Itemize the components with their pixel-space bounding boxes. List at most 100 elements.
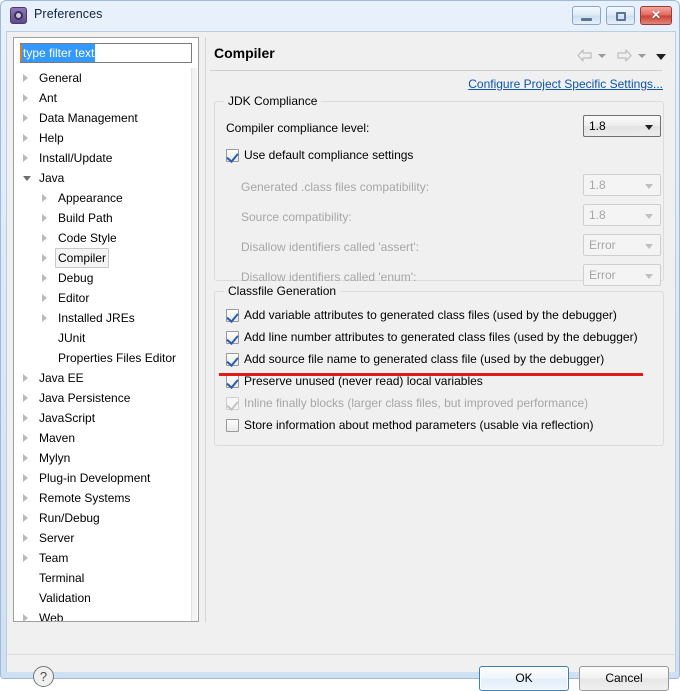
jdk-row-dropdown: Error	[583, 264, 661, 286]
sidebar-item-properties-files-editor[interactable]: Properties Files Editor	[15, 348, 199, 368]
chevron-right-icon[interactable]	[23, 534, 28, 542]
chevron-right-icon[interactable]	[23, 74, 28, 82]
sidebar-item-label: Run/Debug	[39, 511, 100, 525]
sidebar-item-help[interactable]: Help	[15, 128, 199, 148]
chevron-right-icon[interactable]	[42, 294, 47, 302]
tree-vertical-scrollbar[interactable]	[191, 68, 197, 621]
sidebar-item-general[interactable]: General	[15, 68, 199, 88]
chevron-right-icon[interactable]	[23, 614, 28, 621]
chevron-right-icon[interactable]	[42, 314, 47, 322]
page-title: Compiler	[214, 45, 275, 61]
sidebar-item-label: Web	[39, 611, 64, 621]
back-history-chevron-down-icon[interactable]	[598, 54, 606, 58]
sidebar-item-label: Build Path	[58, 211, 113, 225]
compiler-compliance-level-value: 1.8	[589, 119, 606, 133]
sidebar-item-junit[interactable]: JUnit	[15, 328, 199, 348]
chevron-right-icon[interactable]	[23, 494, 28, 502]
chevron-right-icon[interactable]	[23, 114, 28, 122]
jdk-row-dropdown: Error	[583, 234, 661, 256]
maximize-icon	[616, 12, 626, 21]
checkbox-box	[226, 353, 239, 367]
sidebar-item-debug[interactable]: Debug	[15, 268, 199, 288]
sidebar-item-label: Plug-in Development	[39, 471, 151, 485]
configure-project-specific-settings-link[interactable]: Configure Project Specific Settings...	[468, 77, 663, 91]
chevron-right-icon[interactable]	[42, 274, 47, 282]
sidebar-item-java-ee[interactable]: Java EE	[15, 368, 199, 388]
sidebar-item-label: Install/Update	[39, 151, 113, 165]
sidebar-item-server[interactable]: Server	[15, 528, 199, 548]
sidebar-item-team[interactable]: Team	[15, 548, 199, 568]
header-divider	[210, 70, 662, 71]
check-icon	[226, 354, 239, 367]
chevron-down-icon[interactable]	[23, 176, 31, 181]
sidebar-item-ant[interactable]: Ant	[15, 88, 199, 108]
sidebar-item-web[interactable]: Web	[15, 608, 199, 621]
maximize-button[interactable]	[606, 6, 635, 25]
filter-field-wrapper: type filter text	[20, 43, 192, 63]
checkbox-box	[226, 375, 239, 389]
sidebar-item-terminal[interactable]: Terminal	[15, 568, 199, 588]
chevron-right-icon[interactable]	[42, 214, 47, 222]
checkbox-box	[226, 309, 239, 323]
sidebar-item-label: Java Persistence	[39, 391, 131, 405]
chevron-right-icon[interactable]	[23, 414, 28, 422]
sidebar-item-maven[interactable]: Maven	[15, 428, 199, 448]
search-input[interactable]	[20, 43, 192, 63]
sidebar-item-javascript[interactable]: JavaScript	[15, 408, 199, 428]
sidebar-item-label: Mylyn	[39, 451, 71, 465]
chevron-right-icon[interactable]	[23, 374, 28, 382]
check-icon	[226, 398, 239, 411]
view-menu-chevron-down-icon[interactable]	[656, 54, 666, 60]
chevron-right-icon[interactable]	[23, 154, 28, 162]
forward-history-chevron-down-icon[interactable]	[638, 54, 646, 58]
chevron-right-icon[interactable]	[42, 194, 47, 202]
sidebar-item-run-debug[interactable]: Run/Debug	[15, 508, 199, 528]
sidebar-item-label: Maven	[39, 431, 76, 445]
sidebar-item-validation[interactable]: Validation	[15, 588, 199, 608]
classfile-option-label: Store information about method parameter…	[244, 418, 594, 432]
sidebar-item-plug-in-development[interactable]: Plug-in Development	[15, 468, 199, 488]
help-question-icon[interactable]: ?	[33, 666, 54, 687]
preferences-window: Preferences ✕ type filter text General An…	[0, 0, 680, 691]
sidebar-item-installed-jres[interactable]: Installed JREs	[15, 308, 199, 328]
chevron-right-icon[interactable]	[42, 254, 47, 262]
sidebar-item-label: Remote Systems	[39, 491, 131, 505]
sidebar-item-label: Ant	[39, 91, 58, 105]
compiler-compliance-level-dropdown[interactable]: 1.8	[583, 115, 661, 137]
chevron-right-icon[interactable]	[23, 514, 28, 522]
sidebar-item-data-management[interactable]: Data Management	[15, 108, 199, 128]
jdk-row-dropdown-value: Error	[589, 238, 616, 252]
chevron-right-icon[interactable]	[42, 234, 47, 242]
sidebar-item-label: Terminal	[39, 571, 85, 585]
sidebar-item-editor[interactable]: Editor	[15, 288, 199, 308]
title-bar[interactable]: Preferences ✕	[1, 1, 680, 31]
jdk-compliance-group-label: JDK Compliance	[224, 94, 322, 108]
sidebar-item-build-path[interactable]: Build Path	[15, 208, 199, 228]
chevron-right-icon[interactable]	[23, 434, 28, 442]
chevron-right-icon[interactable]	[23, 474, 28, 482]
sidebar-item-mylyn[interactable]: Mylyn	[15, 448, 199, 468]
chevron-right-icon[interactable]	[23, 554, 28, 562]
checkbox-box	[226, 419, 239, 432]
chevron-right-icon[interactable]	[23, 134, 28, 142]
sidebar-item-appearance[interactable]: Appearance	[15, 188, 199, 208]
close-button[interactable]: ✕	[640, 6, 672, 25]
chevron-down-icon	[645, 125, 653, 130]
chevron-right-icon[interactable]	[23, 394, 28, 402]
jdk-row-dropdown: 1.8	[583, 174, 661, 196]
sidebar-item-java-persistence[interactable]: Java Persistence	[15, 388, 199, 408]
sidebar-item-label: JUnit	[58, 331, 86, 345]
sidebar-item-java[interactable]: Java	[15, 168, 199, 188]
back-arrow-icon[interactable]	[577, 49, 592, 62]
jdk-row-label: Disallow identifiers called 'assert':	[241, 240, 419, 254]
sidebar-item-code-style[interactable]: Code Style	[15, 228, 199, 248]
sidebar-item-remote-systems[interactable]: Remote Systems	[15, 488, 199, 508]
chevron-down-icon	[645, 274, 653, 279]
sidebar-item-install-update[interactable]: Install/Update	[15, 148, 199, 168]
chevron-right-icon[interactable]	[23, 454, 28, 462]
minimize-button[interactable]	[572, 6, 601, 25]
forward-arrow-icon[interactable]	[617, 49, 632, 62]
sidebar-item-compiler[interactable]: Compiler	[15, 248, 199, 268]
sidebar-item-label: Help	[39, 131, 64, 145]
chevron-right-icon[interactable]	[23, 94, 28, 102]
